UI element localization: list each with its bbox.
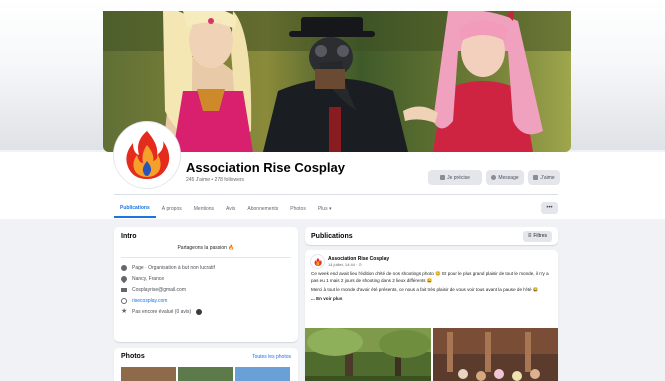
thumbs-up-icon — [533, 175, 539, 180]
post-photo-right[interactable] — [433, 328, 558, 381]
post-author-avatar[interactable] — [311, 255, 324, 268]
tab-mentions[interactable]: Mentions — [188, 200, 220, 218]
see-all-photos-link[interactable]: Toutes les photos — [252, 354, 291, 360]
intro-row-website: risecosplay.com — [121, 295, 291, 306]
filter-icon: ≡ — [527, 233, 532, 239]
info-icon[interactable] — [196, 308, 203, 315]
page-stats: 245 J'aime • 278 followers — [186, 177, 245, 183]
tab-plus[interactable]: Plus ▾ — [312, 200, 338, 218]
photos-card: Photos Toutes les photos — [114, 348, 298, 381]
page-title: Association Rise Cosplay — [186, 160, 345, 175]
flame-logo-icon — [117, 125, 177, 185]
intro-card: Intro Partageons la passion 🔥 Page · Org… — [114, 227, 298, 342]
post-card: Association Rise Cosplay 14 juillet, 14:… — [305, 250, 558, 381]
messenger-icon — [491, 175, 497, 180]
publications-header: Publications ≡ Filtres — [305, 227, 558, 245]
tab-abonnements[interactable]: Abonnements — [241, 200, 284, 218]
photo-thumbnail[interactable] — [178, 367, 233, 381]
intro-tagline: Partageons la passion 🔥 — [177, 245, 235, 251]
intro-row-rating: ★ Pas encore évalué (0 avis) — [121, 306, 291, 317]
intro-divider — [121, 257, 291, 258]
cover-photo[interactable] — [103, 11, 571, 152]
publications-title: Publications — [311, 232, 353, 240]
profile-avatar[interactable] — [114, 122, 180, 188]
more-actions-label: J'aime — [540, 174, 555, 181]
action-buttons: Je précise Message J'aime — [428, 170, 560, 185]
more-actions-button[interactable]: J'aime — [528, 170, 560, 185]
see-more-link[interactable]: ... En voir plus — [311, 296, 552, 303]
tabs-more-button[interactable]: ••• — [541, 202, 558, 214]
intro-rating-text: Pas encore évalué (0 avis) — [132, 308, 192, 315]
intro-row-category: Page · Organisation à but non lucratif — [121, 262, 291, 273]
photos-title: Photos — [121, 353, 145, 360]
page-tabs: Publications À propos Mentions Avis Abon… — [114, 200, 337, 218]
post-photo-left[interactable] — [305, 328, 431, 381]
filter-button[interactable]: ≡ Filtres — [522, 230, 552, 242]
intro-location-text: Nancy, France — [132, 275, 165, 282]
star-icon: ★ — [121, 307, 128, 315]
photo-thumbnail[interactable] — [121, 367, 176, 381]
location-icon — [119, 274, 129, 283]
intro-title: Intro — [121, 233, 137, 240]
flame-logo-icon — [314, 257, 322, 266]
intro-row-location: Nancy, France — [119, 273, 291, 284]
photo-thumbnail[interactable] — [235, 367, 290, 381]
tab-photos[interactable]: Photos — [284, 200, 312, 218]
like-page-button[interactable]: Je précise — [428, 170, 482, 185]
link-icon — [121, 297, 127, 304]
intro-website-link[interactable]: risecosplay.com — [132, 298, 167, 304]
thumbs-up-icon — [440, 175, 446, 180]
intro-category-text: Page · Organisation à but non lucratif — [132, 264, 215, 271]
post-date[interactable]: 14 juillet, 14:44 · ⊙ — [328, 262, 389, 267]
message-button[interactable]: Message — [486, 170, 524, 185]
intro-email-text[interactable]: Cosplayrise@gmail.com — [132, 287, 186, 293]
like-page-label: Je précise — [447, 174, 470, 181]
tab-a-propos[interactable]: À propos — [156, 200, 188, 218]
info-icon — [121, 264, 127, 271]
mail-icon — [121, 287, 127, 292]
tab-publications[interactable]: Publications — [114, 200, 156, 218]
message-label: Message — [498, 174, 519, 181]
post-paragraph-2: Merci à tout le monde d'avoir été présen… — [311, 287, 539, 293]
filter-label: Filtres — [533, 233, 547, 239]
header-divider — [114, 194, 558, 195]
intro-row-email: Cosplayrise@gmail.com — [121, 284, 291, 295]
post-paragraph-1: Ce week end avait lieu l'édition d'été d… — [311, 271, 549, 283]
tab-avis[interactable]: Avis — [220, 200, 241, 218]
